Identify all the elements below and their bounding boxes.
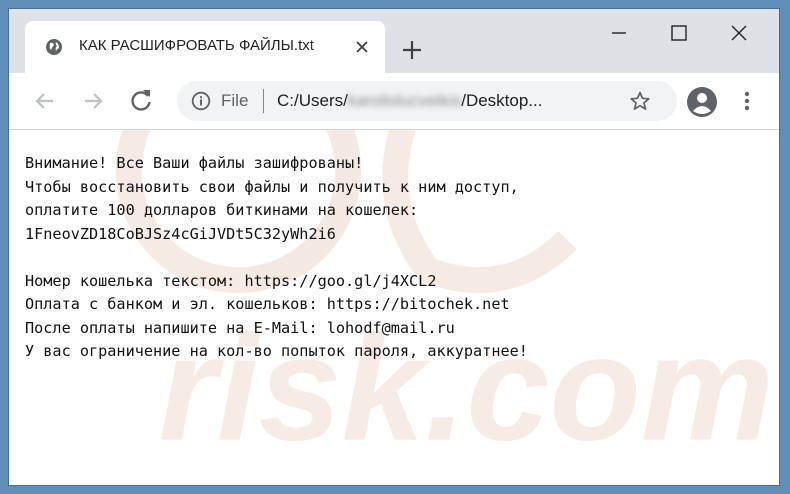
note-line: Номер кошелька текстом: https://goo.gl/j… [25, 271, 437, 290]
address-bar[interactable]: File C:/Users/karolislucveikis/Desktop..… [177, 81, 677, 121]
note-line: Внимание! Все Ваши файлы зашифрованы! [25, 154, 364, 172]
reload-icon[interactable] [127, 87, 155, 115]
note-line: После оплаты напишите на E-Mail: lohodf@… [25, 318, 455, 337]
star-icon[interactable] [629, 90, 651, 112]
note-line [25, 246, 528, 270]
note-line: 1FneovZD18CoBJSz4cGiJVDt5C32yWh2i6 [25, 224, 336, 243]
globe-icon [46, 39, 62, 55]
url-redacted-username: karolislucveikis [347, 91, 462, 110]
note-line: Чтобы восстановить свои файлы и получить… [25, 177, 519, 196]
ransom-note-text: Внимание! Все Ваши файлы зашифрованы! Что… [25, 152, 528, 364]
url-separator [263, 89, 264, 113]
plus-icon[interactable] [399, 37, 425, 63]
minimize-icon[interactable] [589, 9, 649, 53]
maximize-icon[interactable] [649, 9, 709, 53]
forward-arrow-icon[interactable] [79, 87, 107, 115]
active-tab[interactable]: КАК РАСШИФРОВАТЬ ФАЙЛЫ.txt [25, 21, 385, 73]
back-arrow-icon[interactable] [31, 87, 59, 115]
url-prefix: C:/Users/ [277, 91, 348, 110]
document-view: risk.com Внимание! Все Ваши файлы зашифр… [9, 130, 779, 485]
url-text[interactable]: C:/Users/karolislucveikis/Desktop... [277, 91, 542, 111]
window-close-icon[interactable] [709, 9, 769, 53]
browser-window: КАК РАСШИФРОВАТЬ ФАЙЛЫ.txt File C:/Users… [8, 8, 780, 486]
account-icon[interactable] [687, 87, 717, 117]
close-icon[interactable] [351, 36, 373, 58]
kebab-menu-icon[interactable] [735, 89, 759, 113]
url-scheme-label: File [221, 91, 249, 110]
note-line: У вас ограничение на кол-во попыток паро… [25, 342, 528, 360]
info-icon[interactable] [191, 91, 211, 111]
url-suffix: /Desktop... [461, 91, 543, 110]
note-line: Оплата с банком и эл. кошельков: https:/… [25, 295, 510, 313]
toolbar: File C:/Users/karolislucveikis/Desktop..… [9, 73, 779, 130]
tab-title: КАК РАСШИФРОВАТЬ ФАЙЛЫ.txt [79, 37, 314, 54]
note-line: оплатите 100 долларов биткинами на кошел… [25, 201, 419, 219]
title-bar: КАК РАСШИФРОВАТЬ ФАЙЛЫ.txt [9, 9, 779, 73]
